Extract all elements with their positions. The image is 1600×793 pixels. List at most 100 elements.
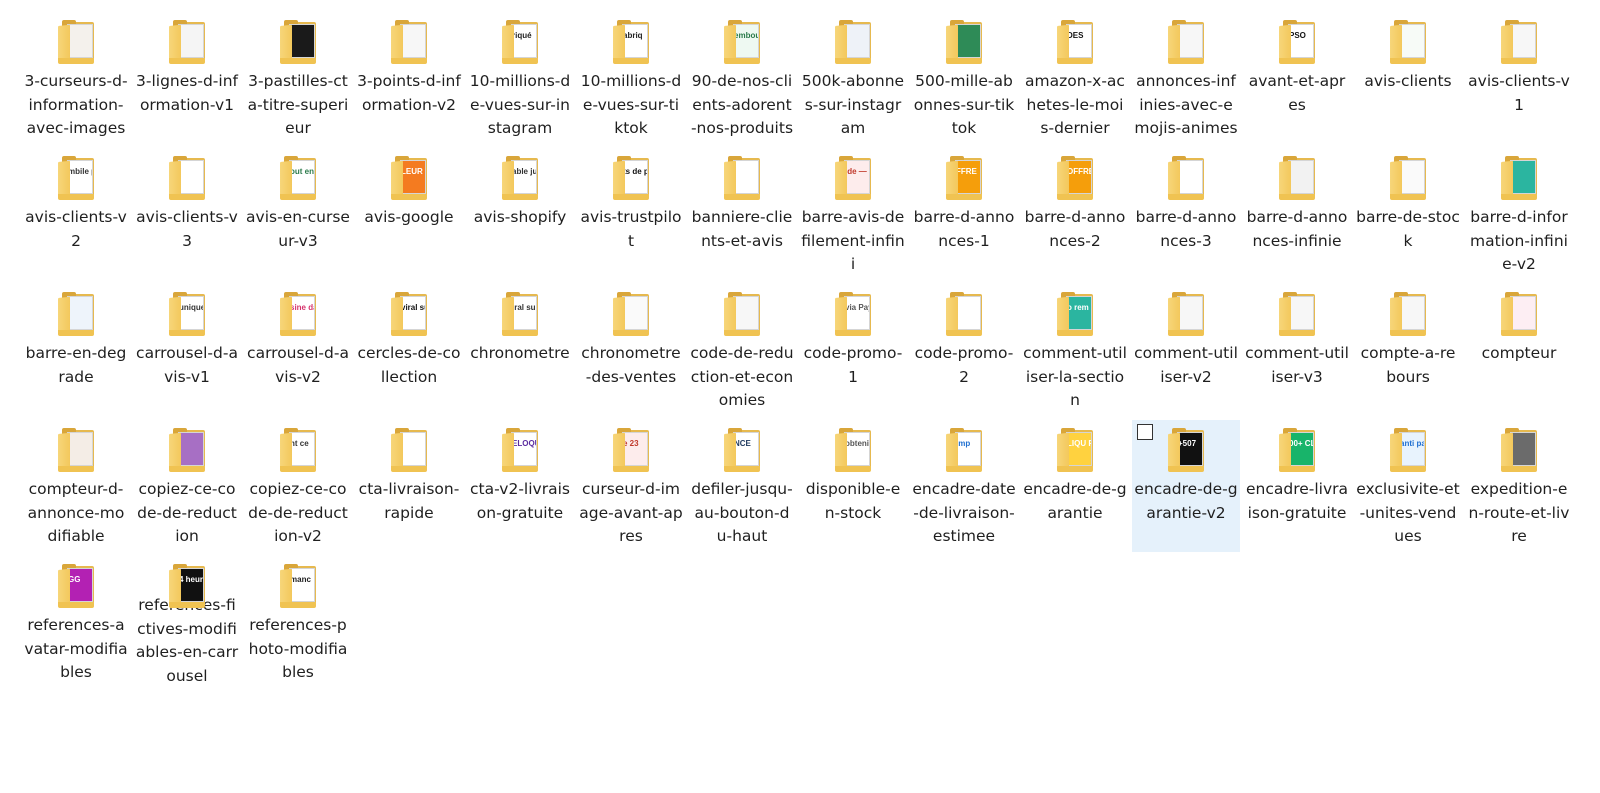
folder-item[interactable]: GG references-avatar-modifiables [22,556,130,688]
folder-thumbnail-text: out en Fra [290,167,314,176]
folder-label: avis-google [364,208,454,226]
folder-item[interactable]: 500-mille-abonnes-sur-tiktok [910,12,1018,144]
folder-item[interactable]: uniquement carrousel-d-avis-v1 [133,284,241,416]
folder-item[interactable]: compte-a-rebours [1354,284,1462,416]
folder-item[interactable]: avis-clients-v3 [133,148,241,280]
folder-thumbnail [1177,296,1203,330]
folder-item[interactable]: barre-d-annonces-3 [1132,148,1240,280]
folder-item[interactable]: expedition-en-route-et-livre [1465,420,1573,552]
folder-item[interactable]: obtenir disponible-en-stock [799,420,907,552]
folder-label: curseur-d-image-avant-apres [579,480,683,545]
folder-item[interactable]: barre-d-information-infinie-v2 [1465,148,1573,280]
folder-item[interactable]: DES amazon-x-achetes-le-mois-dernier [1021,12,1129,144]
folder-item[interactable]: out en Fra avis-en-curseur-v3 [244,148,352,280]
folder-item[interactable]: via Pay code-promo-1 [799,284,907,416]
folder-label: chronometre-des-ventes [581,344,681,386]
folder-item[interactable]: copiez-ce-code-de-reduction [133,420,241,552]
folder-label: exclusivite-et-unites-vendues [1356,480,1460,545]
folder-label: comment-utiliser-v2 [1134,344,1238,386]
folder-icon: able jus [500,156,540,200]
folder-icon: 00+ CL [1277,428,1317,472]
folder-thumbnail: NCE [733,432,759,466]
folder-item[interactable]: ide — 2 barre-avis-defilement-infini [799,148,907,280]
folder-thumbnail: via Pay [844,296,870,330]
folder-item[interactable]: sine dans carrousel-d-avis-v2 [244,284,352,416]
folder-item[interactable]: 500k-abonnes-sur-instagram [799,12,907,144]
folder-item[interactable]: e 23 curseur-d-image-avant-apres [577,420,685,552]
folder-icon [56,292,96,336]
folder-item[interactable]: annonces-infinies-avec-emojis-animes [1132,12,1240,144]
folder-item[interactable]: chronometre-des-ventes [577,284,685,416]
folder-thumbnail-text: sine dans [290,303,314,312]
folder-icon: anti pa [1388,428,1428,472]
folder-label: disponible-en-stock [805,480,901,522]
folder-item[interactable]: 4 heures references-fictives-modifiables-… [133,556,241,688]
folder-label: 3-lignes-d-information-v1 [136,72,238,114]
folder-thumbnail: e 23 [622,432,648,466]
folder-item[interactable]: nt ce copiez-ce-code-de-reduction-v2 [244,420,352,552]
folder-item[interactable]: LIQU PÉTÉ encadre-de-garantie [1021,420,1129,552]
folder-item[interactable]: NCE defiler-jusqu-au-bouton-du-haut [688,420,796,552]
folder-item[interactable]: code-promo-2 [910,284,1018,416]
folder-icon [278,20,318,64]
folder-item[interactable]: imp encadre-date-de-livraison-estimee [910,420,1018,552]
folder-item[interactable]: PSO avant-et-apres [1243,12,1351,144]
folder-item[interactable]: mbile pa avis-clients-v2 [22,148,130,280]
folder-thumbnail-text: obtenir [845,439,870,448]
folder-item[interactable]: comment-utiliser-v2 [1132,284,1240,416]
folder-item[interactable]: avis-clients [1354,12,1462,144]
folder-item[interactable]: comment-utiliser-v3 [1243,284,1351,416]
folder-thumbnail [1510,160,1536,194]
folder-item[interactable]: avis-clients-v1 [1465,12,1573,144]
folder-item[interactable]: anti pa exclusivite-et-unites-vendues [1354,420,1462,552]
folder-item[interactable]: 3-lignes-d-information-v1 [133,12,241,144]
folder-label: encadre-de-garantie-v2 [1134,480,1238,522]
folder-item[interactable]: cta-livraison-rapide [355,420,463,552]
checkbox-icon[interactable] [1137,424,1153,440]
folder-label: encadre-de-garantie [1023,480,1127,522]
folder-label: 90-de-nos-clients-adorent-nos-produits [690,72,794,137]
folder-thumbnail [733,296,759,330]
folder-thumbnail-text: anti pa [1400,439,1425,448]
folder-item[interactable]: 3-pastilles-cta-titre-superieur [244,12,352,144]
folder-thumbnail [67,24,93,58]
folder-item[interactable]: FFRE barre-d-annonces-1 [910,148,1018,280]
folder-item[interactable]: manc references-photo-modifiables [244,556,352,688]
folder-item[interactable]: compteur [1465,284,1573,416]
folder-thumbnail-text: manc [290,575,311,584]
folder-item[interactable]: able jus avis-shopify [466,148,574,280]
folder-item[interactable]: abriq 10-millions-de-vues-sur-tiktok [577,12,685,144]
folder-item[interactable]: OFFRE barre-d-annonces-2 [1021,148,1129,280]
folder-item[interactable]: o rem comment-utiliser-la-section [1021,284,1129,416]
folder-icon [1388,156,1428,200]
folder-label: barre-de-stock [1356,208,1460,250]
folder-thumbnail [622,296,648,330]
folder-item[interactable]: code-de-reduction-et-economies [688,284,796,416]
folder-thumbnail-text: 00+ CL [1289,439,1314,448]
folder-item[interactable]: iral su chronometre [466,284,574,416]
folder-item[interactable]: 3-points-d-information-v2 [355,12,463,144]
folder-thumbnail [1288,160,1314,194]
folder-icon: DES [1055,20,1095,64]
folder-item[interactable]: LEUR avis-google [355,148,463,280]
folder-label: encadre-date-de-livraison-estimee [912,480,1016,545]
folder-item[interactable]: riqué 10-millions-de-vues-sur-instagram [466,12,574,144]
folder-item[interactable]: embours 90-de-nos-clients-adorent-nos-pro… [688,12,796,144]
folder-icon [722,292,762,336]
folder-item[interactable]: barre-de-stock [1354,148,1462,280]
folder-thumbnail: manc [289,568,315,602]
folder-item[interactable]: viral su cercles-de-collection [355,284,463,416]
folder-item[interactable]: banniere-clients-et-avis [688,148,796,280]
folder-item[interactable]: barre-d-annonces-infinie [1243,148,1351,280]
folder-item[interactable]: +507 encadre-de-garantie-v2 [1132,420,1240,552]
folder-icon: LIQU PÉTÉ [1055,428,1095,472]
folder-item[interactable]: barre-en-degrade [22,284,130,416]
folder-icon [944,20,984,64]
folder-item[interactable]: ts de paie avis-trustpilot [577,148,685,280]
folder-item[interactable]: ELOQUE IMPLES cta-v2-livraison-gratuite [466,420,574,552]
folder-thumbnail-text: riqué [512,31,532,40]
folder-item[interactable]: 3-curseurs-d-information-avec-images [22,12,130,144]
folder-item[interactable]: compteur-d-annonce-modifiable [22,420,130,552]
folder-item[interactable]: 00+ CL encadre-livraison-gratuite [1243,420,1351,552]
folder-label: expedition-en-route-et-livre [1468,480,1570,545]
